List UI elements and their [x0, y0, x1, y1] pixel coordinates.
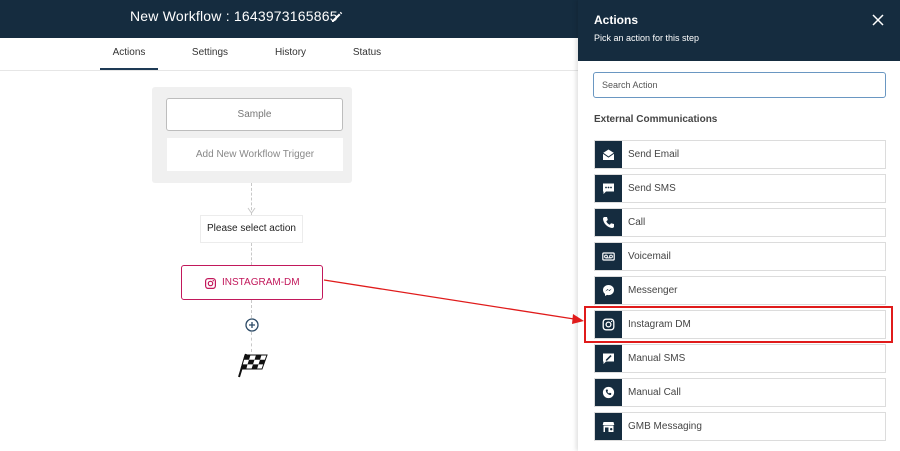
actions-panel: Actions Pick an action for this step Ext… [578, 0, 900, 451]
phone-icon [603, 217, 614, 228]
action-item-label: Send Email [628, 149, 680, 160]
close-icon[interactable] [871, 13, 885, 27]
instagram-dm-action-node[interactable]: INSTAGRAM-DM [181, 265, 323, 300]
panel-title: Actions [594, 13, 639, 27]
manual-sms-icon [603, 353, 614, 364]
workflow-header: New Workflow : 1643973165865 [0, 0, 580, 38]
action-node-label: INSTAGRAM-DM [222, 277, 300, 288]
action-item-call[interactable]: Call [594, 208, 886, 237]
workflow-canvas: Sample Add New Workflow Trigger Please s… [0, 71, 578, 451]
connector-line [251, 243, 252, 265]
sms-icon [603, 183, 614, 194]
actions-panel-header: Actions Pick an action for this step [578, 0, 900, 61]
panel-subtitle: Pick an action for this step [594, 33, 700, 43]
icon-box [595, 243, 622, 270]
action-item-voicemail[interactable]: Voicemail [594, 242, 886, 271]
action-item-label: Send SMS [628, 183, 676, 194]
select-action-button[interactable]: Please select action [200, 215, 303, 243]
action-item-label: Manual Call [628, 387, 681, 398]
action-item-label: Voicemail [628, 251, 671, 262]
connector-line [251, 300, 252, 318]
action-item-label: Call [628, 217, 646, 228]
connector-line [251, 332, 252, 352]
action-item-label: GMB Messaging [628, 421, 702, 432]
workflow-tabs: Actions Settings History Status [0, 38, 580, 71]
manual-call-icon [602, 386, 615, 399]
tab-history[interactable]: History [268, 38, 313, 70]
gmb-icon [602, 422, 615, 432]
action-item-label: Manual SMS [628, 353, 686, 364]
messenger-icon [603, 285, 614, 296]
action-item-label: Messenger [628, 285, 678, 296]
add-step-plus-icon[interactable] [245, 318, 259, 332]
action-item-manual-call[interactable]: Manual Call [594, 378, 886, 407]
checkered-finish-flag-icon [238, 353, 268, 378]
icon-box [595, 413, 622, 440]
add-workflow-trigger-button[interactable]: Add New Workflow Trigger [167, 138, 343, 171]
tab-actions[interactable]: Actions [100, 38, 158, 70]
icon-box [595, 209, 622, 236]
trigger-container: Sample Add New Workflow Trigger [152, 87, 352, 183]
email-icon [602, 149, 615, 160]
icon-box [595, 277, 622, 304]
voicemail-icon [602, 252, 615, 261]
action-item-messenger[interactable]: Messenger [594, 276, 886, 305]
action-item-send-sms[interactable]: Send SMS [594, 174, 886, 203]
section-title: External Communications [594, 114, 718, 125]
instagram-icon [205, 278, 216, 289]
sample-trigger-button[interactable]: Sample [166, 98, 343, 131]
search-action-input[interactable] [593, 72, 886, 98]
action-item-gmb-messaging[interactable]: GMB Messaging [594, 412, 886, 441]
workflow-title: New Workflow : 1643973165865 [130, 8, 338, 24]
icon-box [595, 175, 622, 202]
action-list: Send Email Send SMS Call Voicemail Messe… [594, 140, 886, 446]
action-item-send-email[interactable]: Send Email [594, 140, 886, 169]
connector-arrow-icon [247, 207, 256, 214]
icon-box [595, 141, 622, 168]
tab-settings[interactable]: Settings [185, 38, 235, 70]
icon-box [595, 379, 622, 406]
action-item-manual-sms[interactable]: Manual SMS [594, 344, 886, 373]
annotation-highlight-box [584, 306, 893, 343]
icon-box [595, 345, 622, 372]
tab-status[interactable]: Status [348, 38, 386, 70]
edit-pencil-icon[interactable] [330, 10, 344, 24]
